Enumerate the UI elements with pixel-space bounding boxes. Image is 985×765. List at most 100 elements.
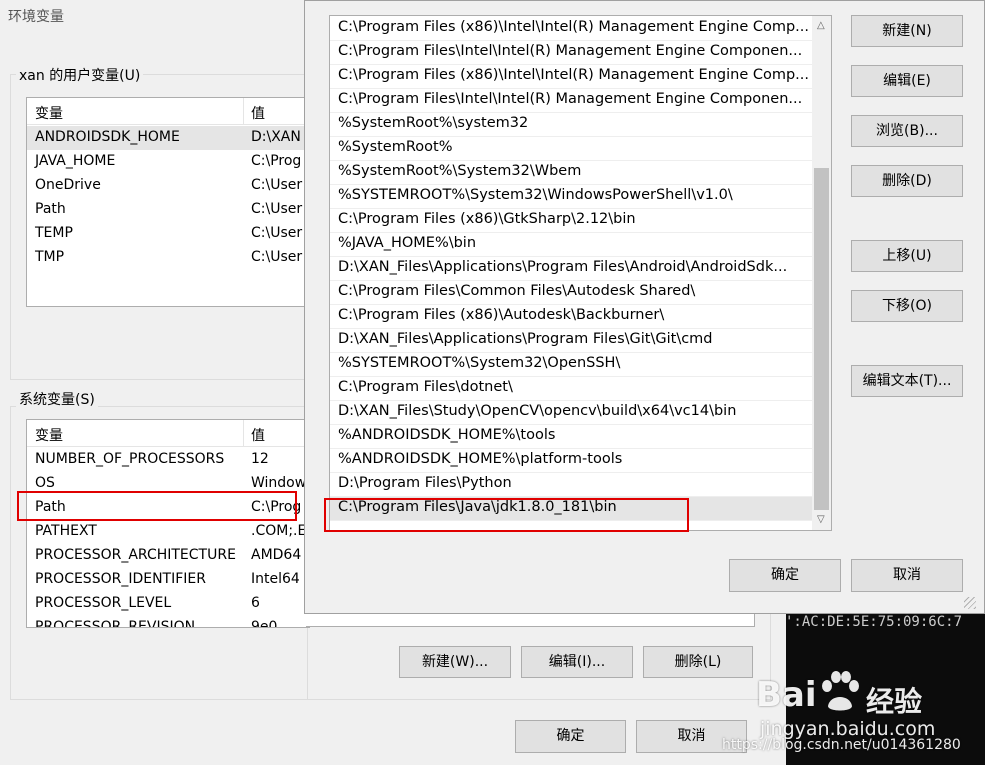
path-entry-row[interactable]: %SystemRoot% [330, 137, 812, 161]
scroll-down-icon[interactable]: ▽ [817, 514, 825, 525]
user-list-header: 变量 值 [27, 98, 309, 125]
path-entry-text: D:\XAN_Files\Applications\Program Files\… [338, 259, 788, 275]
variable-name: PROCESSOR_IDENTIFIER [35, 571, 206, 587]
variable-value: C:\Prog [251, 153, 302, 169]
path-cancel-button[interactable]: 取消 [851, 559, 963, 592]
column-header-variable[interactable]: 变量 [35, 425, 63, 445]
variable-row[interactable]: PROCESSOR_ARCHITECTURE AMD64 [27, 544, 309, 568]
env-ok-button[interactable]: 确定 [515, 720, 626, 753]
scroll-up-icon[interactable]: △ [817, 20, 825, 31]
variable-value: Window [251, 475, 307, 491]
path-entry-row[interactable]: %SystemRoot%\system32 [330, 113, 812, 137]
column-header-value[interactable]: 值 [251, 425, 265, 445]
path-entry-row[interactable]: %SYSTEMROOT%\System32\OpenSSH\ [330, 353, 812, 377]
path-move-up-button[interactable]: 上移(U) [851, 240, 963, 272]
path-entry-text: %SystemRoot% [338, 139, 453, 155]
path-edit-text-button[interactable]: 编辑文本(T)... [851, 365, 963, 397]
variable-row[interactable]: ANDROIDSDK_HOME D:\XAN [27, 126, 309, 150]
variable-value: D:\XAN [251, 129, 301, 145]
path-entry-row[interactable]: C:\Program Files\Common Files\Autodesk S… [330, 281, 812, 305]
path-entry-text: C:\Program Files (x86)\Intel\Intel(R) Ma… [338, 19, 810, 35]
variable-value: 6 [251, 595, 260, 611]
variable-name: PROCESSOR_REVISION [35, 619, 196, 628]
variable-value: C:\User [251, 177, 303, 193]
path-entries-list[interactable]: C:\Program Files (x86)\Intel\Intel(R) Ma… [329, 15, 832, 531]
variable-row[interactable]: JAVA_HOME C:\Prog [27, 150, 309, 174]
variable-value: 9e0 [251, 619, 278, 628]
baidu-jingyan-text: 经验 [866, 685, 923, 718]
path-entry-row[interactable]: D:\XAN_Files\Applications\Program Files\… [330, 257, 812, 281]
path-entry-row[interactable]: %JAVA_HOME%\bin [330, 233, 812, 257]
path-entry-text: C:\Program Files (x86)\GtkSharp\2.12\bin [338, 211, 636, 227]
resize-grip-icon[interactable] [964, 597, 976, 609]
variable-row[interactable]: Path C:\User [27, 198, 309, 222]
variable-row[interactable]: TMP C:\User [27, 246, 309, 270]
path-move-down-button[interactable]: 下移(O) [851, 290, 963, 322]
system-edit-button[interactable]: 编辑(I)... [521, 646, 633, 678]
column-divider[interactable] [243, 98, 244, 124]
path-entry-text: C:\Program Files\dotnet\ [338, 379, 513, 395]
system-delete-button[interactable]: 删除(L) [643, 646, 753, 678]
variable-name: ANDROIDSDK_HOME [35, 129, 180, 145]
path-entry-row[interactable]: %SystemRoot%\System32\Wbem [330, 161, 812, 185]
variable-name: PATHEXT [35, 523, 97, 539]
user-variables-list[interactable]: 变量 值 ANDROIDSDK_HOME D:\XAN JAVA_HOME C:\Pr… [26, 97, 310, 307]
path-entry-text: %SystemRoot%\System32\Wbem [338, 163, 582, 179]
system-list-extension [306, 614, 755, 627]
path-entry-row[interactable]: C:\Program Files (x86)\Intel\Intel(R) Ma… [330, 17, 812, 41]
path-ok-button[interactable]: 确定 [729, 559, 841, 592]
baidu-logo-text: Bai [756, 675, 817, 715]
path-entry-text: C:\Program Files (x86)\Intel\Intel(R) Ma… [338, 67, 810, 83]
path-entry-row[interactable]: C:\Program Files\Intel\Intel(R) Manageme… [330, 89, 812, 113]
variable-name: Path [35, 201, 66, 217]
path-entry-row[interactable]: C:\Program Files\Intel\Intel(R) Manageme… [330, 41, 812, 65]
variable-name: TEMP [35, 225, 73, 241]
path-browse-button[interactable]: 浏览(B)... [851, 115, 963, 147]
path-entry-row[interactable]: C:\Program Files\dotnet\ [330, 377, 812, 401]
path-entry-text: D:\XAN_Files\Applications\Program Files\… [338, 331, 713, 347]
path-entry-text: %SystemRoot%\system32 [338, 115, 529, 131]
path-entry-row[interactable]: D:\XAN_Files\Study\OpenCV\opencv\build\x… [330, 401, 812, 425]
variable-row[interactable]: PATHEXT .COM;.E [27, 520, 309, 544]
variable-row[interactable]: PROCESSOR_REVISION 9e0 [27, 616, 309, 628]
path-entry-row[interactable]: C:\Program Files (x86)\Intel\Intel(R) Ma… [330, 65, 812, 89]
variable-name: PROCESSOR_LEVEL [35, 595, 172, 611]
path-new-button[interactable]: 新建(N) [851, 15, 963, 47]
column-header-variable[interactable]: 变量 [35, 103, 63, 123]
variable-row[interactable]: OneDrive C:\User [27, 174, 309, 198]
path-entry-row[interactable]: %SYSTEMROOT%\System32\WindowsPowerShell\… [330, 185, 812, 209]
path-entry-row[interactable]: C:\Program Files (x86)\Autodesk\Backburn… [330, 305, 812, 329]
system-variables-list[interactable]: 变量 值 NUMBER_OF_PROCESSORS 12 OS Window Path C… [26, 419, 310, 628]
path-entry-row[interactable]: C:\Program Files (x86)\GtkSharp\2.12\bin [330, 209, 812, 233]
variable-name: OneDrive [35, 177, 101, 193]
variable-row[interactable]: PROCESSOR_LEVEL 6 [27, 592, 309, 616]
path-entry-row[interactable]: %ANDROIDSDK_HOME%\platform-tools [330, 449, 812, 473]
path-entry-row[interactable]: D:\Program Files\Python [330, 473, 812, 497]
path-entry-text: %ANDROIDSDK_HOME%\tools [338, 427, 556, 443]
window-title: 环境变量 [8, 9, 64, 25]
variable-row[interactable]: PROCESSOR_IDENTIFIER Intel64 [27, 568, 309, 592]
path-entry-text: %SYSTEMROOT%\System32\WindowsPowerShell\… [338, 187, 733, 203]
variable-name: JAVA_HOME [35, 153, 116, 169]
scrollbar-thumb[interactable] [814, 168, 829, 510]
variable-row[interactable]: NUMBER_OF_PROCESSORS 12 [27, 448, 309, 472]
path-delete-button[interactable]: 删除(D) [851, 165, 963, 197]
path-entry-row[interactable]: %ANDROIDSDK_HOME%\tools [330, 425, 812, 449]
path-list-scrollbar[interactable]: △ ▽ [812, 16, 831, 530]
path-edit-button[interactable]: 编辑(E) [851, 65, 963, 97]
variable-row[interactable]: TEMP C:\User [27, 222, 309, 246]
variable-name: PROCESSOR_ARCHITECTURE [35, 547, 236, 563]
variable-value: C:\User [251, 249, 303, 265]
variable-value: 12 [251, 451, 269, 467]
path-entry-row[interactable]: D:\XAN_Files\Applications\Program Files\… [330, 329, 812, 353]
system-variables-label: 系统变量(S) [16, 389, 98, 409]
variable-name: TMP [35, 249, 65, 265]
path-entry-text: C:\Program Files\Intel\Intel(R) Manageme… [338, 43, 803, 59]
system-new-button[interactable]: 新建(W)... [399, 646, 511, 678]
console-mac-text: ':AC:DE:5E:75:09:6C:7 [786, 614, 963, 630]
paw-logo-icon [818, 670, 862, 714]
variable-name: OS [35, 475, 55, 491]
path-entry-text: C:\Program Files\Intel\Intel(R) Manageme… [338, 91, 803, 107]
column-header-value[interactable]: 值 [251, 103, 265, 123]
column-divider[interactable] [243, 420, 244, 446]
